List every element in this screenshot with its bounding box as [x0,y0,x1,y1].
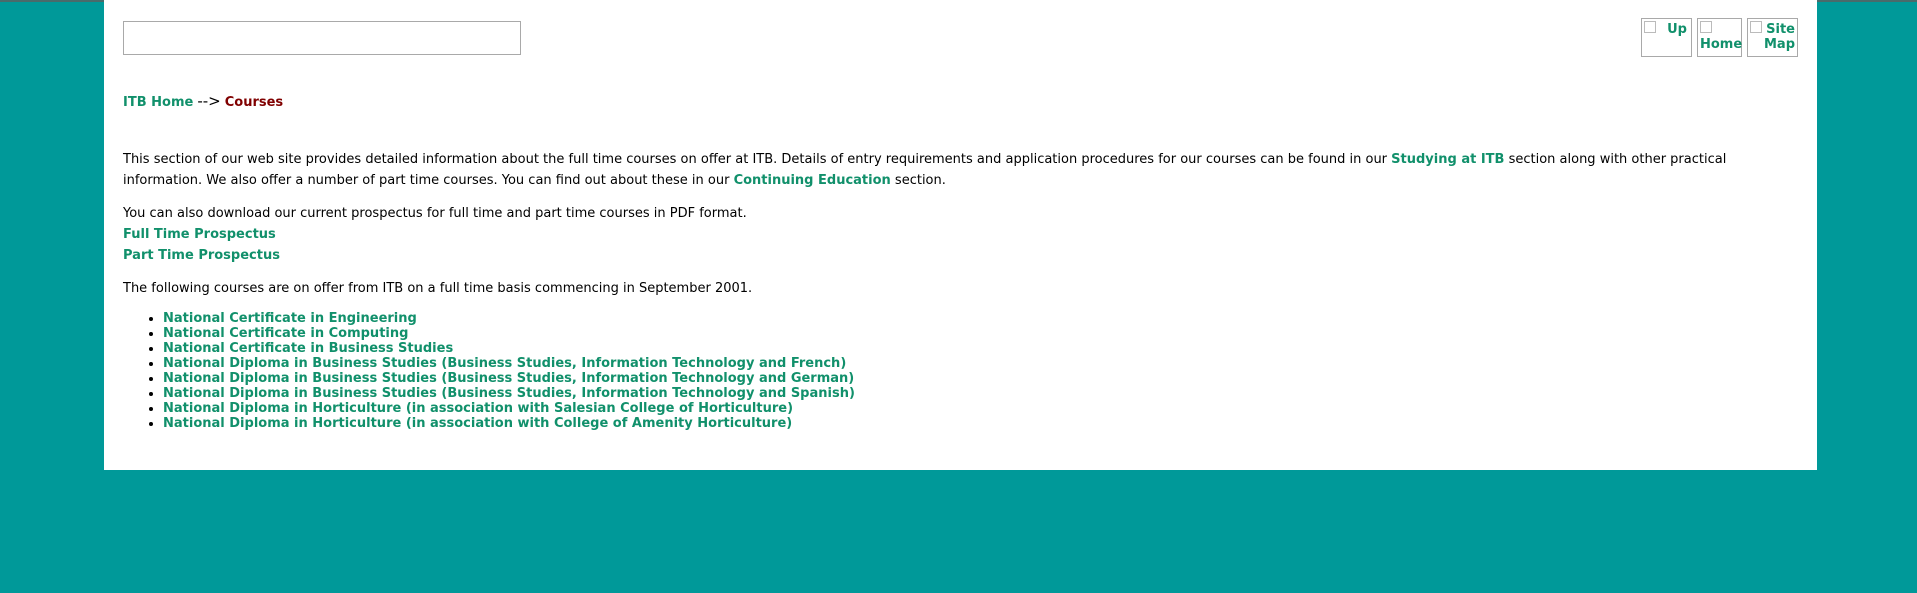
list-item: National Diploma in Business Studies (Bu… [163,386,1791,401]
list-item: National Certificate in Computing [163,326,1791,341]
itb-banner-image[interactable] [123,21,521,55]
intro-text-3: section. [890,173,946,188]
broken-image-icon [1644,21,1656,33]
intro-text-1: This section of our web site provides de… [123,152,1392,167]
site-map-label: Site Map [1763,22,1795,52]
broken-image-icon [1750,21,1762,33]
course-link[interactable]: National Diploma in Horticulture (in ass… [163,416,792,431]
content-panel: Up Home Site Map ITB Home --> Courses This … [104,0,1817,470]
site-map-button[interactable]: Site Map [1747,18,1798,57]
part-time-prospectus-link[interactable]: Part Time Prospectus [123,245,1791,266]
continuing-education-link[interactable]: Continuing Education [734,173,891,188]
courses-intro: The following courses are on offer from … [123,281,753,296]
course-link[interactable]: National Certificate in Computing [163,326,408,341]
list-item: National Diploma in Horticulture (in ass… [163,416,1791,431]
breadcrumb-home-link[interactable]: ITB Home [123,95,193,110]
list-item: National Certificate in Business Studies [163,341,1791,356]
full-time-prospectus-link[interactable]: Full Time Prospectus [123,224,1791,245]
course-list: National Certificate in Engineering Nati… [123,311,1791,431]
breadcrumb-current: Courses [224,95,284,110]
main-content: This section of our web site provides de… [123,149,1791,431]
prospectus-text: You can also download our current prospe… [123,206,747,221]
breadcrumb: ITB Home --> Courses [123,92,283,110]
course-link[interactable]: National Diploma in Business Studies (Bu… [163,356,846,371]
up-label: Up [1667,22,1687,37]
home-button[interactable]: Home [1697,18,1742,57]
broken-image-icon [1700,21,1712,33]
list-item: National Diploma in Business Studies (Bu… [163,356,1791,371]
home-label: Home [1700,37,1743,52]
intro-paragraph: This section of our web site provides de… [123,149,1791,191]
list-item: National Diploma in Horticulture (in ass… [163,401,1791,416]
course-link[interactable]: National Certificate in Business Studies [163,341,453,356]
up-button[interactable]: Up [1641,18,1692,57]
course-link[interactable]: National Diploma in Horticulture (in ass… [163,401,793,416]
studying-at-itb-link[interactable]: Studying at ITB [1391,152,1504,167]
course-link[interactable]: National Certificate in Engineering [163,311,417,326]
course-link[interactable]: National Diploma in Business Studies (Bu… [163,386,855,401]
list-item: National Certificate in Engineering [163,311,1791,326]
course-link[interactable]: National Diploma in Business Studies (Bu… [163,371,854,386]
breadcrumb-separator: --> [197,92,221,110]
prospectus-section: You can also download our current prospe… [123,203,1791,266]
list-item: National Diploma in Business Studies (Bu… [163,371,1791,386]
